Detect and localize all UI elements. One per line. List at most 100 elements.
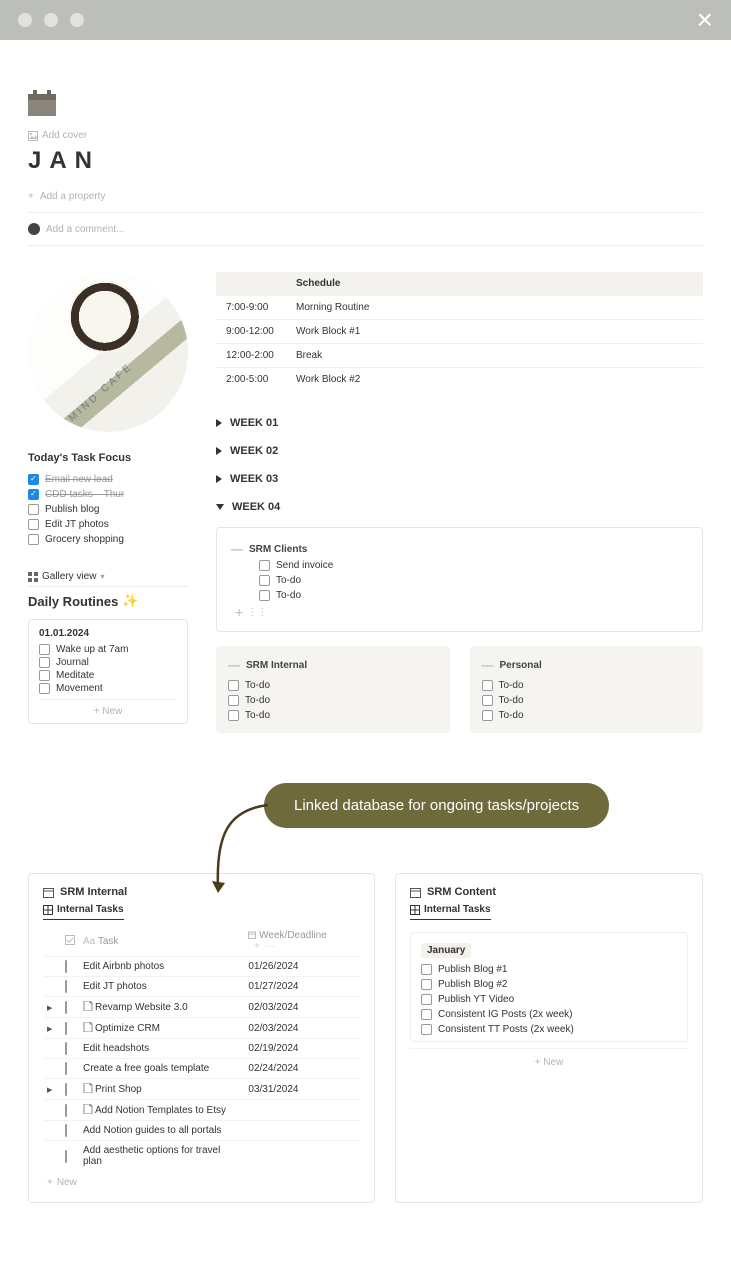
personal-heading[interactable]: — Personal <box>482 656 692 674</box>
list-item[interactable]: To-do <box>228 678 438 693</box>
table-row[interactable]: ▶ Print Shop03/31/2024 <box>43 1079 360 1100</box>
checkbox-icon[interactable] <box>65 1062 67 1075</box>
routine-new-button[interactable]: + New <box>39 699 177 719</box>
checkbox-icon[interactable] <box>259 575 270 586</box>
week-toggle[interactable]: WEEK 01 <box>216 409 703 437</box>
col-task-header[interactable]: Aa Task <box>79 926 244 957</box>
row-checkbox-cell[interactable] <box>61 1039 79 1059</box>
row-task-cell[interactable]: Optimize CRM <box>79 1018 244 1039</box>
row-task-cell[interactable]: Add aesthetic options for travel plan <box>79 1141 244 1172</box>
checkbox-icon[interactable] <box>28 504 39 515</box>
row-task-cell[interactable]: Create a free goals template <box>79 1059 244 1079</box>
checkbox-icon[interactable] <box>28 474 39 485</box>
list-item[interactable]: Consistent TT Posts (2x week) <box>421 1022 677 1037</box>
table-row[interactable]: ▶ Revamp Website 3.002/03/2024 <box>43 997 360 1018</box>
table-row[interactable]: Edit headshots02/19/2024 <box>43 1039 360 1059</box>
list-item[interactable]: Grocery shopping <box>28 532 188 547</box>
row-date-cell[interactable] <box>244 1141 360 1172</box>
list-item[interactable]: Email new lead <box>28 472 188 487</box>
table-row[interactable]: Edit JT photos01/27/2024 <box>43 977 360 997</box>
row-date-cell[interactable]: 03/31/2024 <box>244 1079 360 1100</box>
row-date-cell[interactable]: 02/03/2024 <box>244 997 360 1018</box>
row-task-cell[interactable]: Print Shop <box>79 1079 244 1100</box>
row-checkbox-cell[interactable] <box>61 1059 79 1079</box>
list-item[interactable]: Publish Blog #2 <box>421 977 677 992</box>
row-checkbox-cell[interactable] <box>61 1079 79 1100</box>
checkbox-icon[interactable] <box>421 1009 432 1020</box>
list-item[interactable]: To-do <box>228 708 438 723</box>
row-task-cell[interactable]: Add Notion guides to all portals <box>79 1121 244 1141</box>
checkbox-icon[interactable] <box>39 670 50 681</box>
checkbox-icon[interactable] <box>65 1124 67 1137</box>
row-checkbox-cell[interactable] <box>61 1100 79 1121</box>
row-date-cell[interactable]: 01/27/2024 <box>244 977 360 997</box>
row-toggle-cell[interactable]: ▶ <box>43 1079 61 1100</box>
internal-new-button[interactable]: + New <box>43 1171 360 1194</box>
checkbox-icon[interactable] <box>421 1024 432 1035</box>
row-date-cell[interactable]: 02/19/2024 <box>244 1039 360 1059</box>
list-item[interactable]: To-do <box>482 708 692 723</box>
row-toggle-cell[interactable]: ▶ <box>43 1018 61 1039</box>
list-item[interactable]: To-do <box>259 588 688 603</box>
checkbox-icon[interactable] <box>65 960 67 973</box>
dot-3-icon[interactable] <box>70 13 84 27</box>
checkbox-icon[interactable] <box>228 710 239 721</box>
list-item[interactable]: Journal <box>39 656 177 669</box>
table-row[interactable]: Add Notion guides to all portals <box>43 1121 360 1141</box>
add-client-button[interactable]: + <box>235 605 243 619</box>
checkbox-icon[interactable] <box>482 680 493 691</box>
checkbox-icon[interactable] <box>28 489 39 500</box>
row-date-cell[interactable] <box>244 1100 360 1121</box>
row-checkbox-cell[interactable] <box>61 1141 79 1172</box>
dot-2-icon[interactable] <box>44 13 58 27</box>
row-task-cell[interactable]: Revamp Website 3.0 <box>79 997 244 1018</box>
checkbox-icon[interactable] <box>39 657 50 668</box>
row-date-cell[interactable] <box>244 1121 360 1141</box>
list-item[interactable]: Movement <box>39 682 177 695</box>
checkbox-icon[interactable] <box>39 683 50 694</box>
list-item[interactable]: Consistent IG Posts (2x week) <box>421 1007 677 1022</box>
table-row[interactable]: Edit Airbnb photos01/26/2024 <box>43 957 360 977</box>
row-date-cell[interactable]: 02/03/2024 <box>244 1018 360 1039</box>
checkbox-icon[interactable] <box>259 590 270 601</box>
gallery-view-toggle[interactable]: Gallery view ▾ <box>28 571 188 587</box>
content-new-button[interactable]: + New <box>410 1048 688 1068</box>
checkbox-icon[interactable] <box>259 560 270 571</box>
close-icon[interactable]: × <box>697 4 713 36</box>
row-toggle-cell[interactable]: ▶ <box>43 997 61 1018</box>
checkbox-icon[interactable] <box>421 964 432 975</box>
list-item[interactable]: Publish Blog #1 <box>421 962 677 977</box>
checkbox-icon[interactable] <box>65 1104 67 1117</box>
dot-1-icon[interactable] <box>18 13 32 27</box>
table-row[interactable]: 12:00-2:00Break <box>216 344 703 368</box>
checkbox-icon[interactable] <box>65 1083 67 1096</box>
table-row[interactable]: 7:00-9:00Morning Routine <box>216 296 703 320</box>
row-checkbox-cell[interactable] <box>61 997 79 1018</box>
srm-clients-heading[interactable]: — SRM Clients <box>231 540 688 558</box>
col-check[interactable] <box>61 926 79 957</box>
list-item[interactable]: Publish blog <box>28 502 188 517</box>
routine-card[interactable]: 01.01.2024 Wake up at 7amJournalMeditate… <box>28 619 188 724</box>
table-row[interactable]: Create a free goals template02/24/2024 <box>43 1059 360 1079</box>
checkbox-icon[interactable] <box>228 695 239 706</box>
add-comment-input[interactable]: Add a comment... <box>28 213 703 246</box>
list-item[interactable]: Send invoice <box>259 558 688 573</box>
checkbox-icon[interactable] <box>65 1150 67 1163</box>
list-item[interactable]: Edit JT photos <box>28 517 188 532</box>
row-date-cell[interactable]: 01/26/2024 <box>244 957 360 977</box>
table-row[interactable]: Add Notion Templates to Etsy <box>43 1100 360 1121</box>
list-item[interactable]: To-do <box>259 573 688 588</box>
list-item[interactable]: To-do <box>482 693 692 708</box>
checkbox-icon[interactable] <box>65 980 67 993</box>
checkbox-icon[interactable] <box>65 1042 67 1055</box>
row-checkbox-cell[interactable] <box>61 977 79 997</box>
table-row[interactable]: 2:00-5:00Work Block #2 <box>216 368 703 392</box>
checkbox-icon[interactable] <box>28 519 39 530</box>
content-card[interactable]: January Publish Blog #1Publish Blog #2Pu… <box>410 932 688 1042</box>
list-item[interactable]: Publish YT Video <box>421 992 677 1007</box>
content-tasks-tab[interactable]: Internal Tasks <box>410 904 491 920</box>
table-row[interactable]: ▶ Optimize CRM02/03/2024 <box>43 1018 360 1039</box>
srm-content-db-title[interactable]: SRM Content <box>410 886 688 898</box>
week-toggle[interactable]: WEEK 04 <box>216 493 703 521</box>
internal-tasks-tab[interactable]: Internal Tasks <box>43 904 124 920</box>
